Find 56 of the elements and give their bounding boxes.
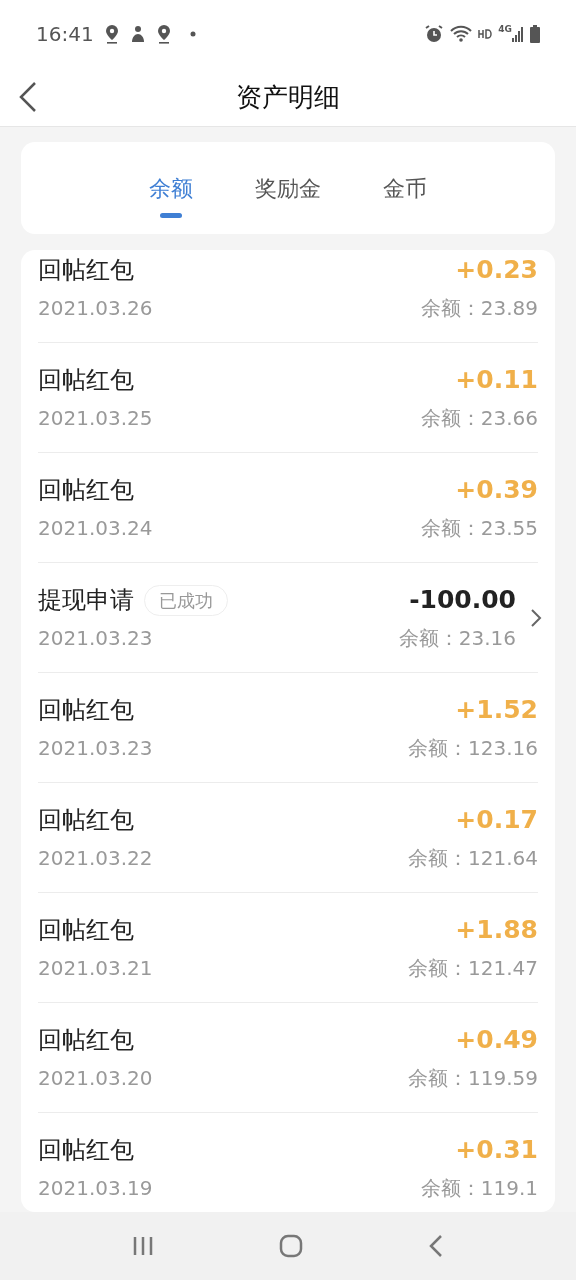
entry-title: 回帖红包: [38, 475, 134, 506]
back-icon[interactable]: [18, 81, 38, 113]
page-title: 资产明细: [236, 80, 340, 114]
entry-title: 回帖红包: [38, 695, 134, 726]
hd-icon: [478, 29, 493, 39]
entry-date: 2021.03.20: [38, 1065, 154, 1092]
entry-amount: +0.49: [455, 1024, 538, 1056]
entry-date: 2021.03.19: [38, 1175, 154, 1202]
entry-date: 2021.03.22: [38, 845, 154, 872]
alarm-icon: [424, 24, 445, 44]
tab[interactable]: 余额: [149, 158, 193, 218]
status-time: 16:41: [36, 21, 94, 48]
location-pin-icon: [155, 24, 172, 44]
battery-icon: [530, 25, 540, 43]
entry-date: 2021.03.24: [38, 515, 154, 542]
entry-balance: 余额：119.59: [408, 1065, 538, 1092]
wifi-icon: [450, 25, 473, 43]
figure-icon: [129, 25, 146, 43]
entry-amount: +0.23: [455, 254, 538, 286]
entry-title: 回帖红包: [38, 805, 134, 836]
entry-balance: 余额：121.47: [408, 955, 538, 982]
back-icon[interactable]: [427, 1234, 444, 1258]
entry-amount: +0.31: [455, 1134, 538, 1166]
entry-amount: +1.88: [455, 914, 538, 946]
signal-icon: [512, 25, 524, 43]
tab[interactable]: 奖励金: [255, 158, 321, 218]
entry-balance: 余额：123.16: [408, 735, 538, 762]
entry-title: 回帖红包: [38, 1025, 134, 1056]
entry-amount: +0.17: [455, 804, 538, 836]
entry-balance: 余额：23.89: [420, 295, 538, 322]
entry-title: 回帖红包: [38, 915, 134, 946]
entry-date: 2021.03.25: [38, 405, 154, 432]
entry-title: 回帖红包: [38, 365, 134, 396]
recent-apps-icon[interactable]: [132, 1235, 155, 1257]
entry-title: 回帖红包: [38, 1135, 134, 1166]
location-pin-icon: [103, 24, 120, 44]
entry-balance: 余额：23.55: [420, 515, 538, 542]
entry-balance: 余额：23.66: [420, 405, 538, 432]
tab[interactable]: 金币: [383, 158, 427, 218]
entry-amount: +0.39: [455, 474, 538, 506]
home-icon[interactable]: [279, 1234, 303, 1258]
entry-balance: 余额：121.64: [408, 845, 538, 872]
entry-title: 回帖红包: [38, 255, 134, 286]
entry-title: 提现申请: [38, 585, 134, 616]
entry-balance: 余额：23.16: [398, 625, 516, 652]
entry-date: 2021.03.23: [38, 735, 154, 762]
chevron-right-icon[interactable]: [530, 607, 542, 628]
entry-amount: +1.52: [455, 694, 538, 726]
entry-amount: +0.11: [455, 364, 538, 396]
entry-balance: 余额：119.1: [420, 1175, 538, 1202]
entry-date: 2021.03.23: [38, 625, 154, 652]
entry-amount: -100.00: [409, 584, 516, 616]
entry-date: 2021.03.21: [38, 955, 154, 982]
entry-date: 2021.03.26: [38, 295, 154, 322]
dot-icon: [189, 31, 196, 37]
network-type: 4G: [498, 25, 512, 34]
